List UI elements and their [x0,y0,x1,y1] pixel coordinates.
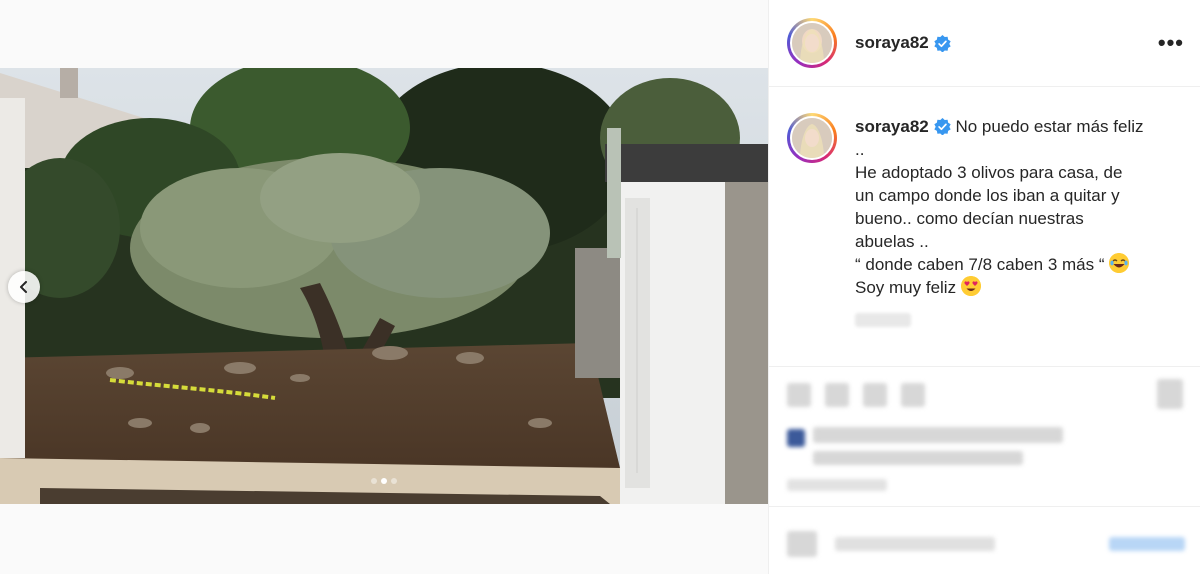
likes-text-blurred [813,427,1063,443]
post-header: soraya82 ••• [769,0,1200,87]
carousel-dot[interactable] [371,478,377,484]
carousel-dot[interactable] [391,478,397,484]
emoji-picker-icon[interactable] [787,531,817,557]
post-photo[interactable] [0,68,768,504]
heart-eyes-emoji [960,276,981,296]
comment-input[interactable] [835,537,995,551]
caption-avatar[interactable] [787,113,837,163]
liker-avatar [787,429,805,447]
share-icon[interactable] [863,383,887,407]
caption-line-1: .. [855,140,865,159]
caption-timestamp-blurred [855,313,911,327]
verified-badge-icon [934,34,951,52]
post-sidebar: soraya82 ••• soraya82 No puedo estar más… [768,0,1200,574]
caption-line-7: Soy muy feliz [855,278,957,297]
carousel-dot-active[interactable] [381,478,387,484]
comment-icon[interactable] [825,383,849,407]
caption-text: soraya82 No puedo estar más feliz .. He … [855,115,1184,327]
caption-line-6: “ donde caben 7/8 caben 3 más “ [855,255,1105,274]
more-options-icon[interactable]: ••• [1158,32,1184,54]
caption-line-5: abuelas .. [855,232,929,251]
caption-first-line: soraya82 No puedo estar más feliz [855,115,1184,138]
chevron-left-icon [20,281,27,293]
caption-line-3: un campo donde los iban a quitar y [855,186,1120,205]
caption: soraya82 No puedo estar más feliz .. He … [769,87,1200,327]
caption-line-2: He adoptado 3 olivos para casa, de [855,163,1123,182]
caption-line-7-wrap: Soy muy feliz [855,276,1184,299]
profile-photo [792,118,832,158]
caption-line-4: bueno.. como decían nuestras [855,209,1084,228]
avatar[interactable] [787,18,837,68]
bookmark-icon[interactable] [1157,379,1183,409]
likes-text-blurred-2 [813,451,1023,465]
action-bar-blurred [769,366,1200,506]
caption-username[interactable]: soraya82 [855,117,929,136]
carousel-prev-button[interactable] [8,271,40,303]
media-pane [0,0,768,574]
carousel-dots [0,478,768,484]
profile-photo [792,23,832,63]
add-comment-bar-blurred [769,506,1200,574]
caption-line-6-wrap: “ donde caben 7/8 caben 3 más “ [855,253,1184,276]
header-username[interactable]: soraya82 [855,33,929,53]
like-icon[interactable] [787,383,811,407]
laughing-face-emoji [1109,253,1130,273]
post-date-blurred [787,479,887,491]
caption-line-0: No puedo estar más feliz [955,117,1144,136]
post-comment-button[interactable] [1109,537,1185,551]
share-extra-icon[interactable] [901,383,925,407]
verified-badge-icon [934,118,951,135]
